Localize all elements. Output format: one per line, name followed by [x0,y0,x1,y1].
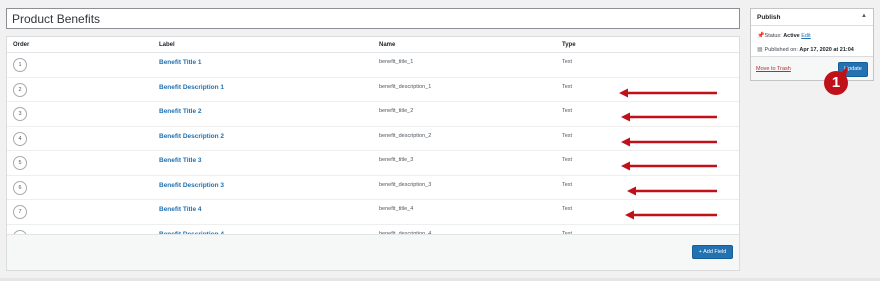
field-name: benefit_description_1 [379,83,432,90]
status-line: 📌 Status: Active Edit [757,32,811,39]
publish-box: Publish ▲ 📌 Status: Active Edit ▦ Publis… [750,8,874,81]
order-number[interactable]: 2 [13,82,27,97]
annotation-arrow-icon [619,88,717,97]
table-row[interactable]: 6 Benefit Description 3 benefit_descriptio… [7,175,739,200]
table-row[interactable]: 2 Benefit Description 1 benefit_descriptio… [7,77,739,102]
field-name: benefit_title_1 [379,59,414,65]
published-label: Published on: [764,47,798,53]
order-number[interactable]: 5 [13,156,27,170]
fields-table: Order Label Name Type 1 Benefit Title 1 be… [6,36,740,271]
status-value: Active [783,33,800,39]
field-label-link[interactable]: Benefit Title 2 [159,108,202,115]
publish-actions: Move to Trash Update [751,56,873,80]
table-row[interactable]: 7 Benefit Title 4 benefit_title_4 Text [7,200,739,225]
fields-table-footer: + Add Field [7,234,739,270]
field-label-link[interactable]: Benefit Title 1 [159,59,202,66]
published-line: ▦ Published on: Apr 17, 2020 at 21:04 [757,46,854,53]
calendar-icon: ▦ [757,47,763,53]
field-type: Text [562,206,573,212]
fields-table-body: 1 Benefit Title 1 benefit_title_1 Text 2 Bene… [7,53,739,249]
fields-table-header: Order Label Name Type [7,37,739,53]
publish-title: Publish [757,14,781,21]
order-number[interactable]: 1 [13,58,27,72]
published-value: Apr 17, 2020 at 21:04 [799,47,854,53]
field-name: benefit_title_3 [379,157,414,163]
field-label-link[interactable]: Benefit Title 4 [159,206,202,213]
move-to-trash-link[interactable]: Move to Trash [756,66,791,72]
add-field-button[interactable]: + Add Field [692,245,733,259]
field-name: benefit_title_2 [379,108,414,114]
name-column-header: Name [379,42,396,48]
order-number[interactable]: 6 [13,180,27,195]
pin-icon: 📌 [757,33,765,39]
publish-header[interactable]: Publish ▲ [751,9,873,26]
table-row[interactable]: 1 Benefit Title 1 benefit_title_1 Text [7,53,739,78]
annotation-arrow-icon [627,186,717,195]
post-title-input[interactable] [6,8,740,29]
field-type: Text [562,157,573,163]
field-label-link[interactable]: Benefit Description 2 [159,133,224,140]
field-type: Text [562,181,573,188]
table-row[interactable]: 4 Benefit Description 2 benefit_descriptio… [7,126,739,151]
field-type: Text [562,108,573,114]
caret-up-icon[interactable]: ▲ [861,13,867,19]
field-label-link[interactable]: Benefit Title 3 [159,157,202,164]
field-type: Text [562,132,573,139]
status-label: Status: [764,33,782,39]
badge-pointer-icon [838,66,848,76]
field-type: Text [562,59,573,65]
annotation-arrow-icon [621,161,717,171]
table-row[interactable]: 5 Benefit Title 3 benefit_title_3 Text [7,151,739,176]
table-row[interactable]: 3 Benefit Title 2 benefit_title_2 Text [7,102,739,127]
status-edit-link[interactable]: Edit [801,33,810,39]
type-column-header: Type [562,42,576,48]
order-number[interactable]: 4 [13,131,27,146]
annotation-arrow-icon [621,112,717,122]
field-type: Text [562,83,573,90]
field-name: benefit_title_4 [379,206,414,212]
field-name: benefit_description_2 [379,132,432,139]
order-number[interactable]: 7 [13,205,27,219]
field-label-link[interactable]: Benefit Description 1 [159,84,224,91]
order-column-header: Order [13,42,30,48]
annotation-arrow-icon [625,210,717,220]
order-number[interactable]: 3 [13,107,27,121]
annotation-arrow-icon [621,137,717,146]
label-column-header: Label [159,42,175,48]
field-label-link[interactable]: Benefit Description 3 [159,182,224,189]
field-name: benefit_description_3 [379,181,432,188]
